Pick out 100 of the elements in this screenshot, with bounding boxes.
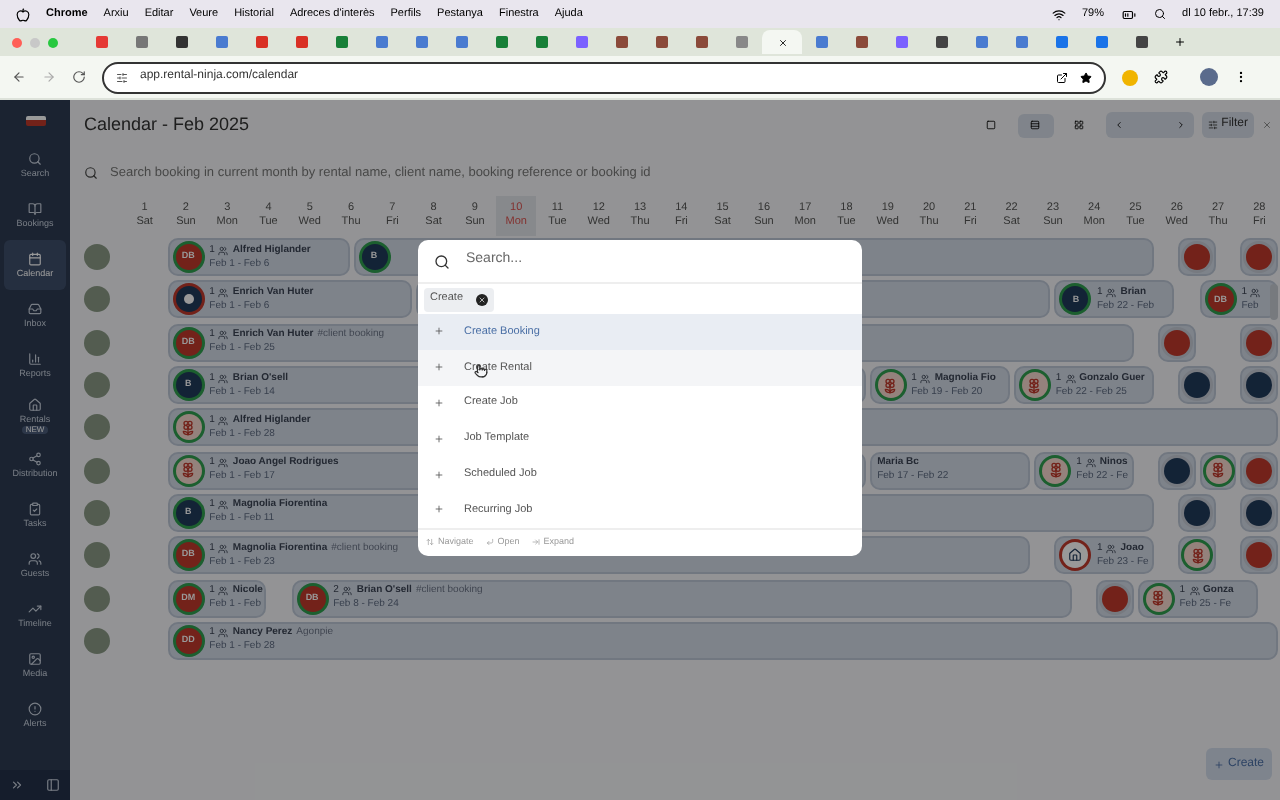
booking-chip[interactable] bbox=[1178, 536, 1217, 575]
reload-icon[interactable] bbox=[72, 70, 86, 84]
chart-icon bbox=[28, 352, 42, 366]
plus-icon bbox=[1213, 759, 1224, 769]
flower-avatar bbox=[1021, 372, 1048, 399]
favicon-icon bbox=[216, 36, 228, 48]
booking-chip[interactable] bbox=[1240, 323, 1278, 362]
booking-chip[interactable] bbox=[1158, 451, 1196, 490]
favicon-icon bbox=[816, 36, 828, 48]
guests-icon bbox=[218, 500, 229, 511]
search-icon bbox=[28, 152, 42, 166]
wifi-icon[interactable] bbox=[1052, 7, 1066, 21]
favicon-icon bbox=[696, 36, 708, 48]
site-settings-icon[interactable] bbox=[116, 71, 128, 83]
guests-icon bbox=[218, 373, 229, 384]
rental-photo-placeholder bbox=[84, 329, 110, 356]
favicon-icon bbox=[296, 36, 308, 48]
guests-icon bbox=[218, 415, 229, 426]
favicon-icon bbox=[1136, 36, 1148, 48]
booking-chip[interactable] bbox=[1178, 366, 1217, 405]
favicon-icon bbox=[856, 36, 868, 48]
booking-chip[interactable] bbox=[1240, 238, 1278, 277]
favicon-icon bbox=[1096, 36, 1108, 48]
rental-photo-placeholder bbox=[84, 499, 110, 526]
rental-photo-placeholder bbox=[84, 414, 110, 441]
favicon-icon bbox=[536, 36, 548, 48]
image-icon bbox=[28, 652, 42, 666]
favicon-icon bbox=[656, 36, 668, 48]
battery-icon[interactable] bbox=[1120, 7, 1139, 21]
arrow-right-icon bbox=[531, 538, 540, 547]
search-icon bbox=[84, 166, 98, 180]
favicon-icon bbox=[416, 36, 428, 48]
favicon-icon bbox=[896, 36, 908, 48]
apple-icon[interactable] bbox=[16, 7, 30, 21]
booking-chip[interactable] bbox=[1178, 238, 1217, 277]
favicon-icon bbox=[616, 36, 628, 48]
users-icon bbox=[28, 552, 42, 566]
booking-chip[interactable] bbox=[1199, 451, 1237, 490]
inbox-icon bbox=[28, 302, 42, 316]
plus-icon bbox=[434, 362, 444, 373]
clipboard-icon bbox=[28, 502, 42, 516]
new-tab-icon[interactable] bbox=[1174, 36, 1186, 48]
rental-photo-placeholder bbox=[84, 585, 110, 612]
booking-chip[interactable] bbox=[1096, 579, 1134, 618]
guests-icon bbox=[218, 330, 229, 341]
rental-photo-placeholder bbox=[84, 244, 110, 271]
rental-photo-placeholder bbox=[84, 542, 110, 569]
guests-icon bbox=[1085, 458, 1096, 469]
favicon-icon bbox=[736, 36, 748, 48]
favicon-icon bbox=[1016, 36, 1028, 48]
book-icon bbox=[28, 202, 42, 216]
flower-avatar bbox=[1184, 542, 1211, 569]
favicon-icon bbox=[576, 36, 588, 48]
back-icon[interactable] bbox=[12, 70, 26, 84]
guests-icon bbox=[218, 543, 229, 554]
filter-icon bbox=[1207, 120, 1218, 130]
favicon-icon bbox=[496, 36, 508, 48]
menu-icon[interactable] bbox=[1234, 70, 1248, 84]
favicon-icon bbox=[176, 36, 188, 48]
expand-icon[interactable] bbox=[10, 778, 25, 792]
search-icon[interactable] bbox=[1154, 8, 1167, 20]
favicon-icon bbox=[456, 36, 468, 48]
page-title: Calendar - Feb 2025 bbox=[84, 111, 250, 138]
open-external-icon[interactable] bbox=[1056, 71, 1068, 83]
view-toggle-button[interactable] bbox=[1017, 113, 1054, 137]
guests-icon bbox=[1189, 586, 1200, 597]
chip-remove-icon[interactable] bbox=[475, 293, 488, 305]
guests-icon bbox=[218, 586, 229, 597]
rental-photo-placeholder bbox=[84, 286, 110, 313]
previous-icon[interactable] bbox=[1113, 120, 1124, 130]
puzzle-icon[interactable] bbox=[1154, 70, 1168, 84]
guests-icon bbox=[920, 373, 931, 384]
calendar-icon bbox=[28, 252, 42, 266]
favicon-icon bbox=[256, 36, 268, 48]
next-icon[interactable] bbox=[1175, 120, 1186, 130]
booking-chip[interactable] bbox=[1158, 323, 1196, 362]
profile-avatar[interactable] bbox=[1200, 68, 1218, 86]
booking-chip[interactable] bbox=[1240, 366, 1278, 405]
favicon-icon bbox=[1056, 36, 1068, 48]
favicon-icon bbox=[96, 36, 108, 48]
rental-photo-placeholder bbox=[84, 457, 110, 484]
booking-chip[interactable] bbox=[1178, 493, 1217, 532]
share-icon bbox=[28, 452, 42, 466]
panel-icon[interactable] bbox=[45, 778, 60, 792]
bookmark-star-icon[interactable] bbox=[1080, 71, 1092, 83]
rental-photo-placeholder bbox=[84, 372, 110, 399]
house-icon bbox=[28, 397, 42, 411]
booking-chip[interactable] bbox=[1240, 451, 1278, 490]
guests-icon bbox=[1065, 373, 1076, 384]
favicon-icon bbox=[976, 36, 988, 48]
plus-icon bbox=[434, 504, 444, 515]
house-avatar bbox=[1062, 542, 1089, 569]
flower-avatar bbox=[175, 414, 202, 441]
favicon-icon bbox=[936, 36, 948, 48]
rows-icon bbox=[1030, 120, 1041, 130]
guests-icon bbox=[218, 245, 229, 256]
booking-chip[interactable] bbox=[1240, 493, 1278, 532]
logo-icon bbox=[25, 115, 45, 125]
booking-chip[interactable] bbox=[1240, 536, 1278, 575]
forward-icon[interactable] bbox=[42, 70, 56, 84]
